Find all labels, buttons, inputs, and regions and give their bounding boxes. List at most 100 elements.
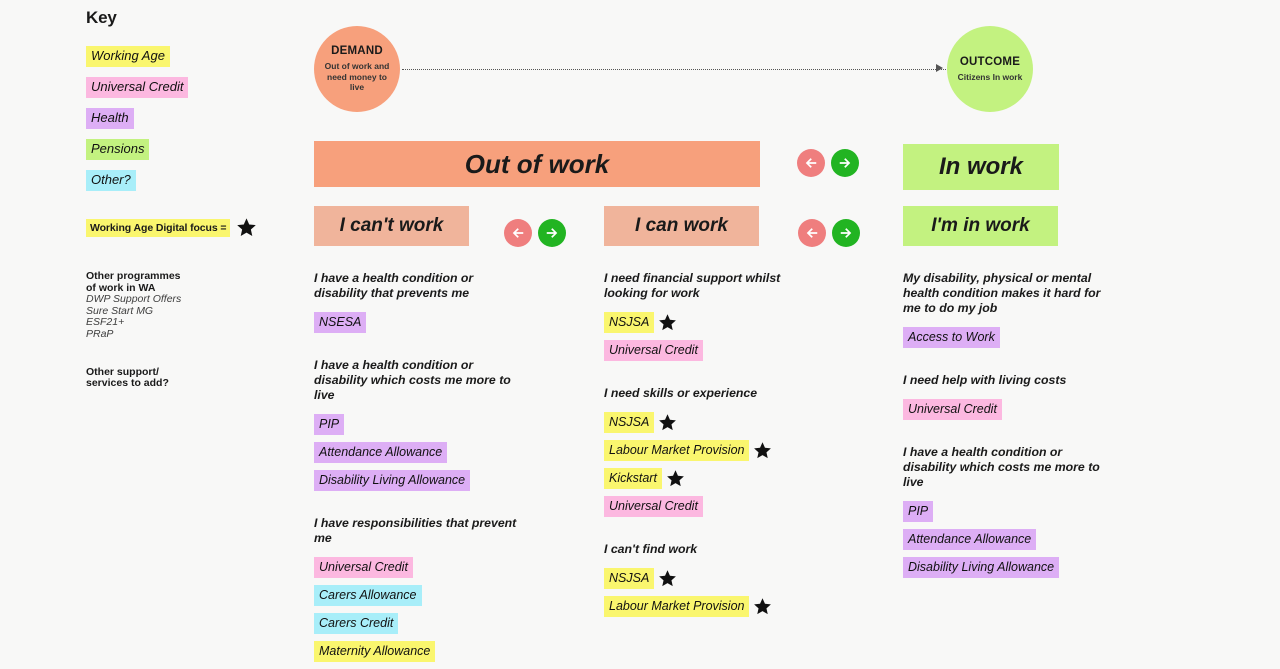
other-support-block: Other support/ services to add? [86,366,286,390]
back-arrow-button[interactable] [797,149,825,177]
scheme-tag-row: NSESA [314,312,584,333]
scheme-tag[interactable]: NSJSA [604,412,655,433]
key-legend-tag: Other? [86,170,136,191]
star-icon [753,441,772,460]
key-legend-item: Universal Credit [86,77,286,98]
key-legend-tag: Working Age [86,46,170,67]
scheme-tag[interactable]: NSJSA [604,568,655,589]
other-programme-item: PRaP [86,327,114,340]
scheme-tag[interactable]: Carers Allowance [314,585,422,606]
other-programmes-block: Other programmes of work in WA DWP Suppo… [86,270,286,341]
scheme-tag[interactable]: Kickstart [604,468,662,489]
column-header-can-work: I can work [604,206,759,246]
need-group: I have a health condition or disability … [314,271,584,333]
need-statement: I can't find work [604,542,698,556]
key-legend-item: Other? [86,170,286,191]
scheme-tag[interactable]: Universal Credit [604,496,703,517]
arrow-pair-top [797,149,859,177]
need-statement: I need help with living costs [903,373,1067,387]
scheme-tag[interactable]: Attendance Allowance [903,529,1037,550]
star-icon [658,313,677,332]
scheme-tag[interactable]: Labour Market Provision [604,596,750,617]
column-in-work: I'm in work My disability, physical or me… [903,206,1183,585]
other-programmes-items: DWP Support Offers Sure Start MG ESF21+ PRa… [86,294,286,340]
scheme-tag-row: Kickstart [604,468,874,489]
forward-arrow-button[interactable] [831,149,859,177]
scheme-tag[interactable]: Disability Living Allowance [314,470,471,491]
star-icon [658,413,677,432]
scheme-tag-row: Labour Market Provision [604,440,874,461]
need-group: I need help with living costs Universal C… [903,373,1183,420]
outcome-title: OUTCOME [959,55,1021,68]
scheme-tag-row: Labour Market Provision [604,596,874,617]
scheme-tag-row: NSJSA [604,568,874,589]
scheme-tag[interactable]: NSJSA [604,312,655,333]
scheme-tag-row: Universal Credit [903,399,1183,420]
star-icon [666,469,685,488]
other-programme-item: ESF21+ [86,316,125,329]
need-statement: My disability, physical or mental health… [903,271,1101,315]
outcome-circle: OUTCOME Citizens In work [947,26,1033,112]
need-statement: I have a health condition or disability … [903,445,1100,489]
column-header-cant-work: I can't work [314,206,469,246]
key-legend-item: Pensions [86,139,286,160]
scheme-tag[interactable]: NSESA [314,312,367,333]
key-legend-tag: Pensions [86,139,150,160]
digital-focus-label: Working Age Digital focus = [86,218,231,237]
column-cant-work: I can't work I have a health condition or… [314,206,584,669]
scheme-tag-row: Carers Allowance [314,585,584,606]
scheme-tag[interactable]: Disability Living Allowance [903,557,1060,578]
scheme-tag[interactable]: PIP [903,501,934,522]
outcome-subtitle: Citizens In work [957,71,1023,82]
scheme-tag[interactable]: Universal Credit [903,399,1002,420]
need-group: My disability, physical or mental health… [903,271,1183,348]
column-can-work: I can work I need financial support whils… [604,206,874,624]
key-legend-item: Working Age [86,46,286,67]
need-group: I have a health condition or disability … [903,445,1183,578]
other-support-line2: services to add? [86,377,169,390]
scheme-tag-row: PIP [903,501,1183,522]
scheme-tag-row: PIP [314,414,584,435]
star-icon [236,217,257,238]
star-icon [753,597,772,616]
scheme-tag[interactable]: Universal Credit [604,340,703,361]
need-statement: I have a health condition or disability … [314,358,511,402]
scheme-tag[interactable]: Universal Credit [314,557,413,578]
scheme-tag-row: Disability Living Allowance [314,470,584,491]
scheme-tag-row: Carers Credit [314,613,584,634]
scheme-tag-row: NSJSA [604,312,874,333]
scheme-tag[interactable]: Attendance Allowance [314,442,448,463]
key-legend-item: Health [86,108,286,129]
scheme-tag-row: Universal Credit [604,340,874,361]
key-title: Key [86,8,117,27]
key-panel: Key Working Age Universal Credit Health Pen… [86,8,286,390]
banner-out-of-work: Out of work [314,141,760,187]
scheme-tag[interactable]: Maternity Allowance [314,641,436,662]
need-statement: I have a health condition or disability … [314,271,474,300]
need-statement: I need financial support whilst looking … [604,271,781,300]
scheme-tag-row: Attendance Allowance [903,529,1183,550]
demand-subtitle: Out of work and need money to live [324,61,390,93]
scheme-tag[interactable]: PIP [314,414,345,435]
scheme-tag-row: Attendance Allowance [314,442,584,463]
need-group: I have responsibilities that prevent me U… [314,516,584,662]
key-legend-list: Working Age Universal Credit Health Pension… [86,46,286,191]
scheme-tag[interactable]: Carers Credit [314,613,399,634]
need-statement: I have responsibilities that prevent me [314,516,517,545]
scheme-tag-row: NSJSA [604,412,874,433]
connector-arrowhead-icon [936,64,943,72]
digital-focus-legend: Working Age Digital focus = [86,217,286,238]
scheme-tag-row: Universal Credit [314,557,584,578]
scheme-tag-row: Disability Living Allowance [903,557,1183,578]
key-legend-tag: Health [86,108,134,129]
need-statement: I need skills or experience [604,386,758,400]
demand-to-outcome-connector [402,69,946,72]
demand-title: DEMAND [331,45,383,58]
column-header-in-work: I'm in work [903,206,1058,246]
other-programmes-heading-line1: Other programmes [86,270,181,282]
banner-in-work: In work [903,144,1059,190]
scheme-tag-row: Universal Credit [604,496,874,517]
need-group: I have a health condition or disability … [314,358,584,491]
scheme-tag[interactable]: Access to Work [903,327,1000,348]
scheme-tag[interactable]: Labour Market Provision [604,440,750,461]
